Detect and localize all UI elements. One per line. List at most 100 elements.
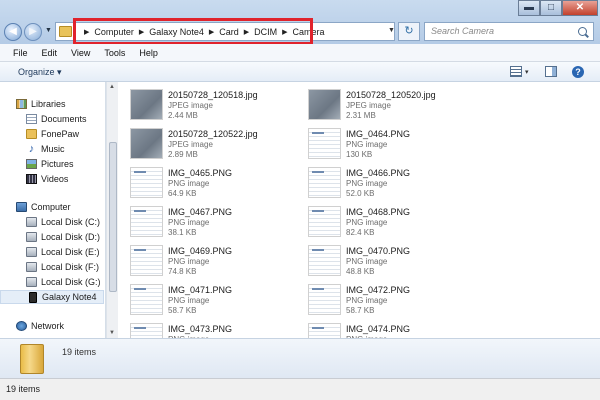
menu-edit[interactable]: Edit bbox=[35, 48, 65, 58]
file-tile[interactable]: IMG_0467.PNG PNG image 38.1 KB bbox=[118, 203, 298, 239]
search-icon[interactable] bbox=[578, 27, 587, 36]
nav-item[interactable]: Local Disk (C:) bbox=[0, 215, 104, 229]
file-tile[interactable]: 20150728_120522.jpg JPEG image 2.89 MB bbox=[118, 125, 298, 161]
file-name: IMG_0474.PNG bbox=[346, 324, 411, 334]
file-thumbnail bbox=[308, 89, 341, 120]
disk-icon bbox=[26, 217, 37, 227]
organize-button[interactable]: Organize ▾ bbox=[18, 67, 62, 78]
views-dropdown[interactable]: ▾ bbox=[525, 68, 529, 76]
command-bar: Organize ▾ ▾ ? bbox=[0, 62, 600, 82]
nav-item-label: Local Disk (F:) bbox=[41, 262, 100, 272]
file-size: 130 KB bbox=[346, 150, 373, 159]
documents-icon bbox=[26, 114, 37, 124]
nav-item-label: Local Disk (D:) bbox=[41, 232, 101, 242]
nav-item[interactable]: ♪ Music bbox=[0, 142, 104, 156]
nav-item[interactable]: Network bbox=[0, 319, 104, 333]
maximize-button[interactable]: □ bbox=[540, 0, 562, 16]
file-thumbnail bbox=[308, 245, 341, 276]
file-tile[interactable]: IMG_0470.PNG PNG image 48.8 KB bbox=[296, 242, 476, 278]
file-tile[interactable]: IMG_0466.PNG PNG image 52.0 KB bbox=[296, 164, 476, 200]
file-thumbnail bbox=[308, 167, 341, 198]
nav-item[interactable]: Local Disk (D:) bbox=[0, 230, 104, 244]
file-size: 52.0 KB bbox=[346, 189, 375, 198]
address-dropdown[interactable]: ▼ bbox=[388, 27, 395, 34]
forward-arrow-icon: ▶ bbox=[29, 26, 37, 37]
nav-item[interactable]: Local Disk (F:) bbox=[0, 260, 104, 274]
nav-item-label: FonePaw bbox=[41, 129, 80, 139]
preview-pane-icon[interactable] bbox=[545, 66, 557, 77]
file-thumbnail bbox=[130, 89, 163, 120]
nav-item-label: Network bbox=[31, 321, 65, 331]
file-tile[interactable]: IMG_0465.PNG PNG image 64.9 KB bbox=[118, 164, 298, 200]
nav-item[interactable]: Computer bbox=[0, 200, 104, 214]
minimize-button[interactable]: ▬ bbox=[518, 0, 540, 16]
file-type: PNG image bbox=[346, 140, 388, 149]
help-icon[interactable]: ? bbox=[572, 66, 584, 78]
refresh-icon: ↻ bbox=[404, 25, 414, 37]
folder-icon bbox=[59, 26, 72, 37]
breadcrumb-highlight bbox=[73, 18, 313, 45]
disk-icon bbox=[26, 277, 37, 287]
nav-item[interactable]: Pictures bbox=[0, 157, 104, 171]
nav-item[interactable]: Local Disk (G:) bbox=[0, 275, 104, 289]
pictures-icon bbox=[26, 159, 37, 169]
file-name: IMG_0464.PNG bbox=[346, 129, 411, 139]
file-type: JPEG image bbox=[346, 101, 391, 110]
search-placeholder: Search Camera bbox=[431, 26, 495, 36]
file-tile[interactable]: IMG_0468.PNG PNG image 82.4 KB bbox=[296, 203, 476, 239]
menu-tools[interactable]: Tools bbox=[97, 48, 132, 58]
scroll-up-icon[interactable]: ▲ bbox=[109, 84, 115, 90]
nav-item[interactable]: Videos bbox=[0, 172, 104, 186]
file-type: PNG image bbox=[346, 218, 388, 227]
menu-view[interactable]: View bbox=[64, 48, 97, 58]
nav-item[interactable]: Local Disk (E:) bbox=[0, 245, 104, 259]
back-button[interactable]: ◀ bbox=[4, 23, 22, 41]
file-tile[interactable]: 20150728_120518.jpg JPEG image 2.44 MB bbox=[118, 86, 298, 122]
folder-icon bbox=[20, 344, 44, 374]
file-size: 2.89 MB bbox=[168, 150, 198, 159]
search-input[interactable]: Search Camera bbox=[424, 22, 594, 41]
file-size: 58.7 KB bbox=[346, 306, 375, 315]
close-button[interactable]: ✕ bbox=[562, 0, 598, 16]
change-view-icon[interactable] bbox=[510, 66, 522, 77]
file-type: PNG image bbox=[168, 179, 210, 188]
scrollbar-thumb[interactable] bbox=[109, 142, 117, 292]
file-name: IMG_0469.PNG bbox=[168, 246, 233, 256]
nav-item[interactable]: Libraries bbox=[0, 97, 104, 111]
refresh-button[interactable]: ↻ bbox=[398, 22, 420, 41]
file-size: 58.7 KB bbox=[168, 306, 197, 315]
nav-item-label: Documents bbox=[41, 114, 87, 124]
menu-file[interactable]: File bbox=[6, 48, 35, 58]
libraries-icon bbox=[16, 99, 27, 109]
menu-help[interactable]: Help bbox=[132, 48, 165, 58]
forward-button[interactable]: ▶ bbox=[24, 23, 42, 41]
file-size: 74.8 KB bbox=[168, 267, 197, 276]
network-icon bbox=[16, 321, 27, 331]
file-tile[interactable]: IMG_0473.PNGPNG image bbox=[118, 320, 298, 338]
scroll-down-icon[interactable]: ▼ bbox=[109, 330, 115, 336]
computer-icon bbox=[16, 202, 27, 212]
file-list: 20150728_120518.jpg JPEG image 2.44 MB 2015… bbox=[118, 82, 600, 338]
file-tile[interactable]: IMG_0474.PNGPNG image bbox=[296, 320, 476, 338]
file-tile[interactable]: IMG_0471.PNG PNG image 58.7 KB bbox=[118, 281, 298, 317]
nav-item[interactable]: Galaxy Note4 bbox=[0, 290, 104, 304]
nav-item[interactable]: Documents bbox=[0, 112, 104, 126]
file-thumbnail bbox=[130, 167, 163, 198]
navigation-scrollbar[interactable]: ▲ ▼ bbox=[106, 82, 118, 338]
file-tile[interactable]: IMG_0472.PNG PNG image 58.7 KB bbox=[296, 281, 476, 317]
navigation-pane: Libraries Documents FonePaw ♪ Music Pictures V… bbox=[0, 82, 106, 338]
file-size: 38.1 KB bbox=[168, 228, 197, 237]
file-size: 82.4 KB bbox=[346, 228, 375, 237]
back-arrow-icon: ◀ bbox=[9, 26, 17, 37]
nav-item[interactable]: FonePaw bbox=[0, 127, 104, 141]
nav-item-label: Local Disk (C:) bbox=[41, 217, 101, 227]
file-tile[interactable]: IMG_0464.PNG PNG image 130 KB bbox=[296, 125, 476, 161]
menu-bar: File Edit View Tools Help bbox=[0, 44, 600, 62]
file-tile[interactable]: 20150728_120520.jpg JPEG image 2.31 MB bbox=[296, 86, 476, 122]
file-size: 2.44 MB bbox=[168, 111, 198, 120]
file-size: 48.8 KB bbox=[346, 267, 375, 276]
file-name: IMG_0472.PNG bbox=[346, 285, 411, 295]
nav-item-label: Galaxy Note4 bbox=[42, 292, 97, 302]
file-tile[interactable]: IMG_0469.PNG PNG image 74.8 KB bbox=[118, 242, 298, 278]
recent-pages-dropdown[interactable]: ▼ bbox=[45, 27, 52, 34]
